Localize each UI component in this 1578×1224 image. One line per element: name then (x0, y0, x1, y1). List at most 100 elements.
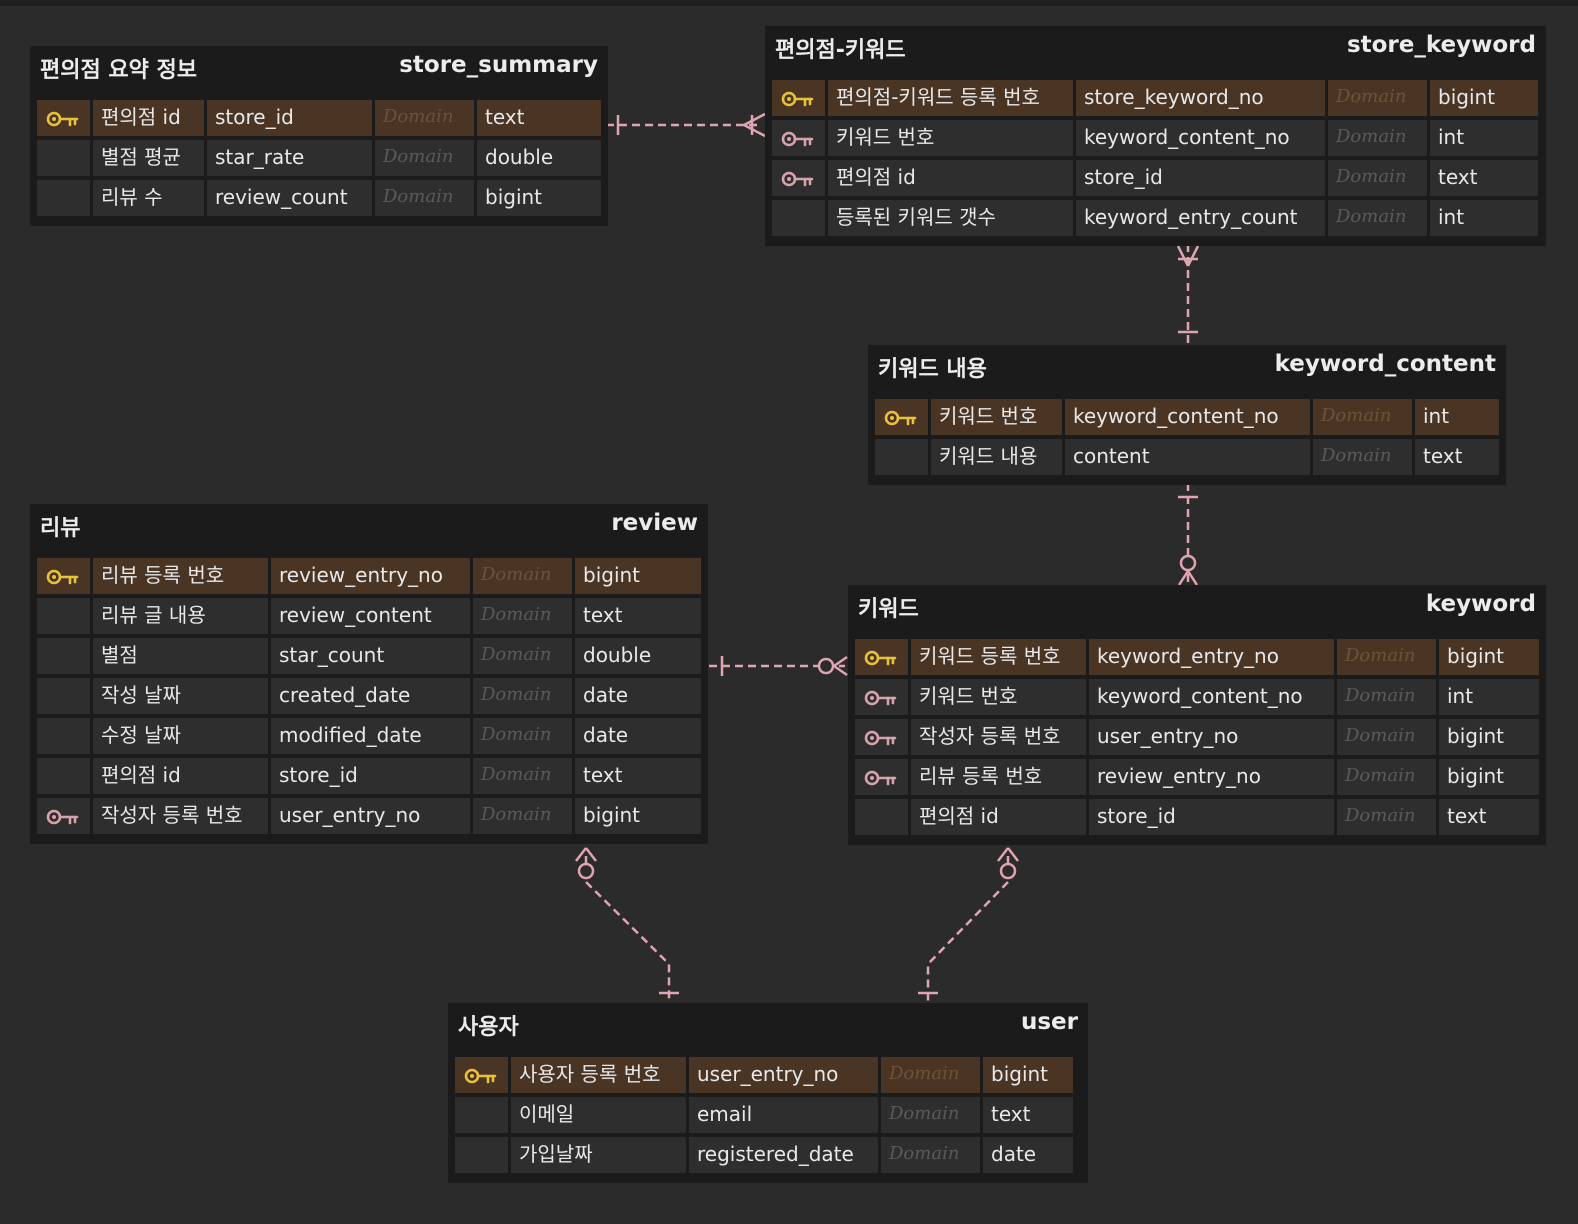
column-korean-name: 사용자 등록 번호 (511, 1057, 686, 1093)
entity-keyword-content[interactable]: 키워드 내용 keyword_content 키워드 번호 keyword_co… (868, 345, 1506, 485)
column-type: bigint (575, 798, 701, 834)
column-name: user_entry_no (1089, 719, 1334, 755)
column-name: review_count (207, 180, 372, 216)
key-slot (37, 140, 90, 176)
entity-store-summary[interactable]: 편의점 요약 정보 store_summary 편의점 id store_id … (30, 46, 608, 226)
column-korean-name: 별점 (93, 638, 268, 674)
column-type: text (575, 598, 701, 634)
foreign-key-icon (37, 798, 90, 834)
column-name: store_id (1076, 160, 1325, 196)
column-korean-name: 작성자 등록 번호 (93, 798, 268, 834)
entity-korean-name: 편의점-키워드 (775, 38, 906, 63)
foreign-key-icon (855, 759, 908, 795)
column-type: date (575, 718, 701, 754)
domain-placeholder: Domain (375, 180, 474, 216)
column-name: user_entry_no (271, 798, 470, 834)
key-slot (37, 638, 90, 674)
column-korean-name: 작성자 등록 번호 (911, 719, 1086, 755)
entity-korean-name: 키워드 내용 (878, 357, 987, 382)
foreign-key-glyph (864, 730, 897, 746)
domain-placeholder: Domain (1328, 160, 1427, 196)
column-type: date (575, 678, 701, 714)
domain-placeholder: Domain (375, 100, 474, 136)
key-slot (772, 200, 825, 236)
column-type: bigint (1439, 639, 1539, 675)
column-name: keyword_entry_count (1076, 200, 1325, 236)
entity-store-keyword[interactable]: 편의점-키워드 store_keyword 편의점-키워드 등록 번호 stor… (765, 26, 1546, 246)
column-name: star_rate (207, 140, 372, 176)
column-type: bigint (1439, 759, 1539, 795)
domain-placeholder: Domain (473, 558, 572, 594)
key-slot (875, 439, 928, 475)
column-type: int (1430, 120, 1538, 156)
column-name: registered_date (689, 1137, 878, 1173)
primary-key-icon (37, 558, 90, 594)
entity-user[interactable]: 사용자 user 사용자 등록 번호 user_entry_no Domain … (448, 1003, 1088, 1183)
entity-keyword[interactable]: 키워드 keyword 키워드 등록 번호 keyword_entry_no D… (848, 585, 1546, 845)
entity-header: 키워드 내용 keyword_content (868, 345, 1506, 385)
domain-placeholder: Domain (1337, 719, 1436, 755)
primary-key-glyph (464, 1068, 497, 1084)
entity-name: store_keyword (1346, 32, 1536, 58)
column-korean-name: 작성 날짜 (93, 678, 268, 714)
column-name: review_entry_no (1089, 759, 1334, 795)
domain-placeholder: Domain (473, 638, 572, 674)
entity-name: user (1020, 1009, 1078, 1035)
column-korean-name: 편의점-키워드 등록 번호 (828, 80, 1073, 116)
column-type: text (983, 1097, 1073, 1133)
primary-key-icon (855, 639, 908, 675)
domain-placeholder: Domain (473, 718, 572, 754)
domain-placeholder: Domain (473, 598, 572, 634)
primary-key-icon (455, 1057, 508, 1093)
column-name: review_entry_no (271, 558, 470, 594)
entity-review[interactable]: 리뷰 review 리뷰 등록 번호 review_entry_no Domai… (30, 504, 708, 844)
entity-name: review (611, 510, 698, 536)
key-slot (37, 758, 90, 794)
entity-korean-name: 리뷰 (40, 516, 81, 541)
foreign-key-glyph (864, 770, 897, 786)
primary-key-glyph (884, 410, 917, 426)
entity-header: 편의점-키워드 store_keyword (765, 26, 1546, 66)
column-name: review_content (271, 598, 470, 634)
column-type: int (1439, 679, 1539, 715)
primary-key-glyph (864, 650, 897, 666)
primary-key-icon (37, 100, 90, 136)
entity-name: store_summary (399, 52, 598, 78)
column-korean-name: 편의점 id (911, 799, 1086, 835)
column-korean-name: 키워드 번호 (911, 679, 1086, 715)
column-korean-name: 가입날짜 (511, 1137, 686, 1173)
column-name: modified_date (271, 718, 470, 754)
rel-line-user-keyword (926, 856, 1010, 1003)
column-type: bigint (477, 180, 601, 216)
entity-header: 키워드 keyword (848, 585, 1546, 625)
column-korean-name: 별점 평균 (93, 140, 204, 176)
domain-placeholder: Domain (375, 140, 474, 176)
entity-korean-name: 사용자 (458, 1015, 519, 1040)
column-name: user_entry_no (689, 1057, 878, 1093)
primary-key-glyph (781, 91, 814, 107)
domain-placeholder: Domain (881, 1057, 980, 1093)
column-name: email (689, 1097, 878, 1133)
column-korean-name: 키워드 번호 (931, 399, 1062, 435)
column-name: store_keyword_no (1076, 80, 1325, 116)
column-name: keyword_content_no (1089, 679, 1334, 715)
column-korean-name: 이메일 (511, 1097, 686, 1133)
column-korean-name: 편의점 id (828, 160, 1073, 196)
primary-key-icon (772, 80, 825, 116)
column-type: bigint (1439, 719, 1539, 755)
domain-placeholder: Domain (1328, 200, 1427, 236)
column-type: bigint (1430, 80, 1538, 116)
column-type: text (575, 758, 701, 794)
entity-header: 편의점 요약 정보 store_summary (30, 46, 608, 86)
column-korean-name: 리뷰 등록 번호 (93, 558, 268, 594)
primary-key-glyph (46, 111, 79, 127)
foreign-key-glyph (46, 809, 79, 825)
key-slot (37, 598, 90, 634)
column-type: bigint (575, 558, 701, 594)
column-type: text (1415, 439, 1499, 475)
column-korean-name: 리뷰 등록 번호 (911, 759, 1086, 795)
domain-placeholder: Domain (473, 798, 572, 834)
foreign-key-icon (772, 160, 825, 196)
domain-placeholder: Domain (881, 1097, 980, 1133)
domain-placeholder: Domain (1313, 399, 1412, 435)
